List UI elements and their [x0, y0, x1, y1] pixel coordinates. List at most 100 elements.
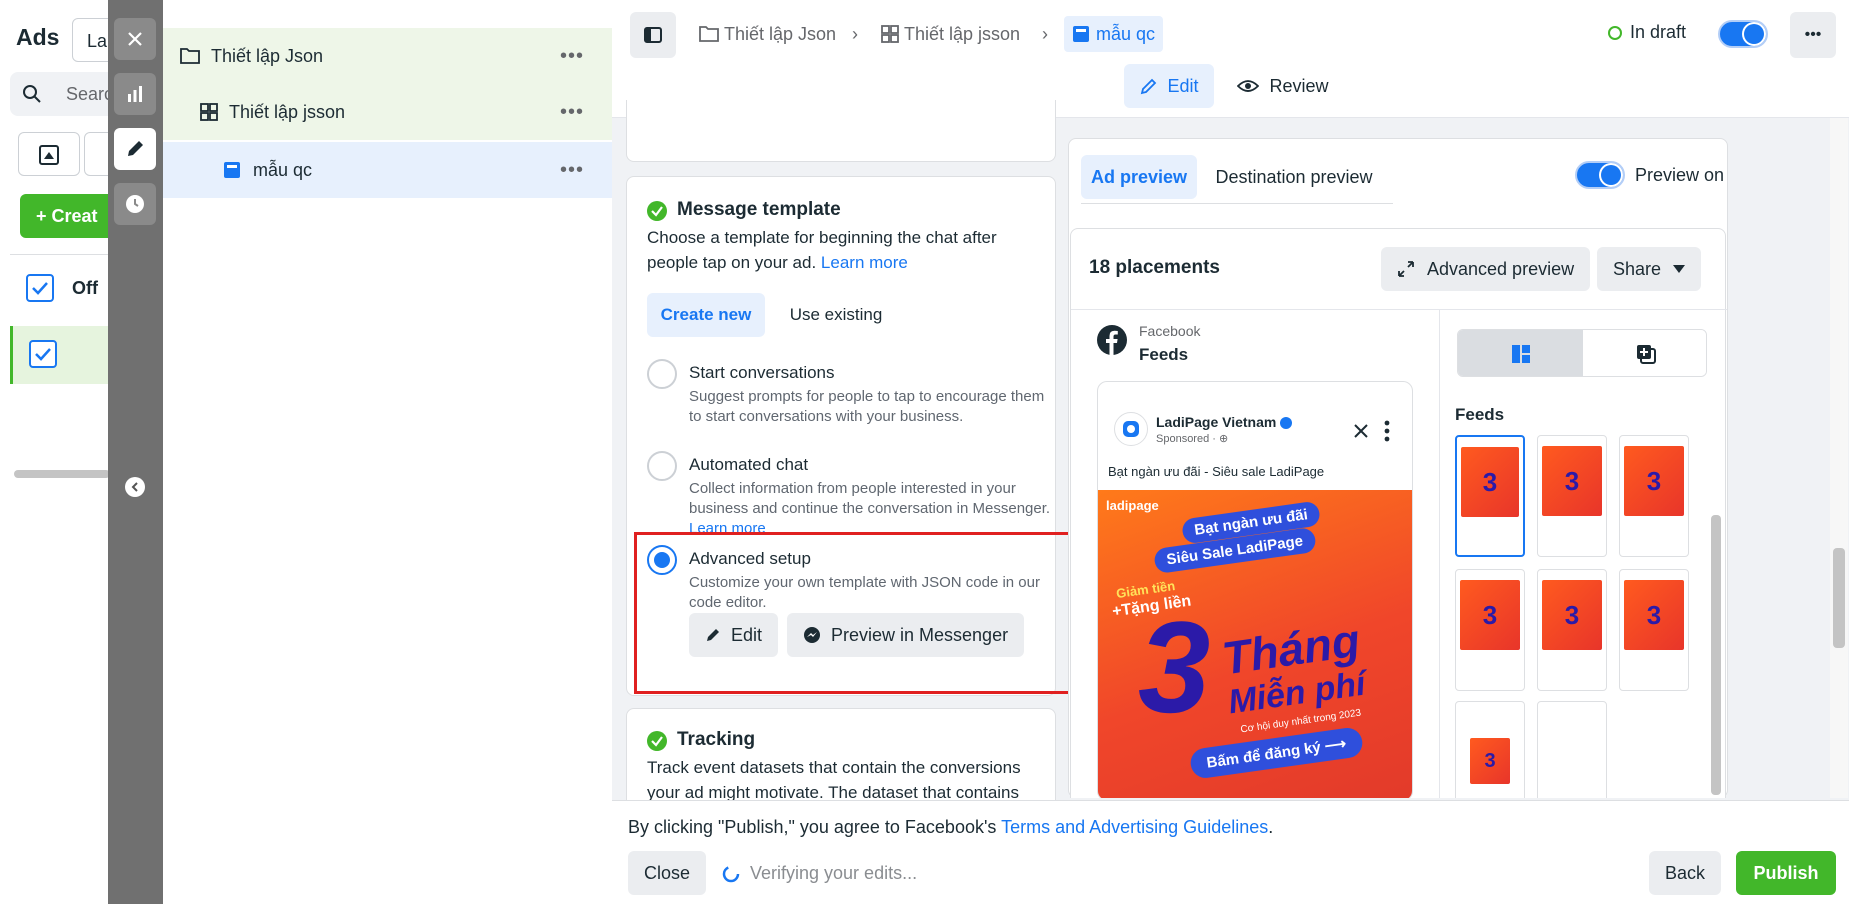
- learn-more-link[interactable]: Learn more: [821, 253, 908, 272]
- tab-divider: [1081, 203, 1393, 204]
- radio-start-conversations[interactable]: [647, 359, 677, 389]
- preview-on-label: Preview on: [1635, 165, 1725, 185]
- publish-footer: By clicking "Publish," you agree to Face…: [612, 800, 1849, 904]
- status-dot-icon: [1608, 25, 1622, 40]
- reporting-button[interactable]: [114, 73, 156, 115]
- close-button[interactable]: Close: [628, 851, 707, 895]
- tab-use-existing[interactable]: Use existing: [777, 293, 895, 337]
- publish-button[interactable]: Publish: [1736, 851, 1836, 895]
- ad-icon: [224, 162, 240, 178]
- collapse-panel-button[interactable]: [125, 477, 145, 497]
- edit-mode-button[interactable]: [114, 128, 156, 170]
- page-scrollbar-thumb[interactable]: [1833, 548, 1845, 648]
- previous-section-card: [626, 100, 1056, 162]
- feed-post-preview: LadiPage Vietnam Sponsored · ⊕ Bạt ngàn …: [1097, 381, 1413, 798]
- placement-thumbnail[interactable]: 3: [1619, 569, 1689, 691]
- tree-item-adset[interactable]: Thiết lập jsson •••: [163, 84, 612, 140]
- view-switcher: [1457, 329, 1707, 377]
- feeds-heading: Feeds: [1455, 405, 1505, 424]
- placement-thumbnail[interactable]: 3: [1619, 435, 1689, 557]
- editor-side-rail: [108, 0, 163, 904]
- spinner-icon: [722, 865, 740, 882]
- search-placeholder: Searc: [66, 84, 114, 104]
- more-vertical-icon: [1384, 420, 1390, 442]
- more-options-icon[interactable]: •••: [560, 45, 584, 68]
- placement-thumbnail[interactable]: 3: [1455, 569, 1525, 691]
- option-description: Suggest prompts for people to tap to enc…: [689, 388, 1045, 425]
- breadcrumb-label: Thiết lập Json: [724, 23, 837, 44]
- placements-count: 18 placements: [1089, 257, 1220, 278]
- placement-label: Feeds: [1139, 345, 1189, 364]
- preview-toggle[interactable]: [1575, 161, 1625, 189]
- edit-tab[interactable]: Edit: [1124, 64, 1214, 108]
- ad-active-toggle[interactable]: [1718, 20, 1768, 48]
- tree-item-label: Thiết lập Json: [211, 45, 324, 66]
- divider: [1071, 309, 1727, 310]
- placement-thumbnail[interactable]: 3: [1455, 435, 1525, 557]
- placement-thumbnail[interactable]: 3: [1537, 435, 1607, 557]
- creative-big-number: 3: [1138, 594, 1211, 740]
- draft-status: In draft: [1608, 22, 1686, 43]
- horizontal-scrollbar[interactable]: [14, 470, 110, 478]
- status-label: In draft: [1630, 22, 1687, 42]
- list-view-button[interactable]: [1458, 330, 1583, 376]
- advanced-preview-button[interactable]: Advanced preview: [1381, 247, 1591, 291]
- chevron-left-icon: [131, 482, 138, 492]
- check-circle-icon: [647, 201, 667, 221]
- pencil-icon: [1141, 78, 1157, 95]
- section-description: Choose a template for beginning the chat…: [647, 228, 997, 272]
- column-header: Off: [72, 278, 98, 298]
- ads-title: Ads: [16, 24, 60, 50]
- page-scrollbar-track: [1830, 118, 1848, 798]
- selected-ad-row[interactable]: [10, 326, 110, 384]
- check-icon: [35, 348, 51, 361]
- campaign-tree: Thiết lập Json ••• Thiết lập jsson ••• m…: [163, 0, 612, 904]
- divider: [1439, 309, 1440, 798]
- tracking-card: Tracking Track event datasets that conta…: [626, 708, 1056, 808]
- platform-label: Facebook: [1139, 323, 1201, 339]
- history-button[interactable]: [114, 183, 156, 225]
- chevron-right-icon: ›: [1042, 23, 1048, 44]
- breadcrumb-ad[interactable]: mẫu qc: [1064, 16, 1164, 52]
- expand-icon: [1398, 261, 1414, 277]
- more-options-icon[interactable]: •••: [560, 101, 584, 124]
- close-icon: [1354, 424, 1368, 438]
- clock-icon: [126, 195, 144, 213]
- placement-thumbnail[interactable]: [1537, 701, 1607, 798]
- option-title: Automated chat: [689, 455, 809, 474]
- breadcrumb-adset[interactable]: Thiết lập jsson: [880, 16, 1020, 52]
- review-tab[interactable]: Review: [1228, 64, 1338, 108]
- more-options-button[interactable]: •••: [1790, 12, 1836, 58]
- close-icon: [128, 32, 142, 46]
- row-checkbox[interactable]: [29, 340, 57, 368]
- option-description: Collect information from people interest…: [689, 480, 1051, 537]
- more-options-icon[interactable]: •••: [560, 159, 584, 182]
- grid-icon: [881, 25, 899, 43]
- placement-thumbnail[interactable]: 3: [1455, 701, 1525, 798]
- breadcrumb-campaign[interactable]: Thiết lập Json: [698, 16, 836, 52]
- grid-icon: [200, 103, 218, 121]
- campaigns-tab[interactable]: [18, 132, 80, 176]
- back-button[interactable]: Back: [1649, 851, 1722, 895]
- thumbnail-scrollbar[interactable]: [1711, 515, 1721, 795]
- tab-create-new[interactable]: Create new: [647, 293, 765, 337]
- check-icon: [32, 282, 48, 295]
- select-all-checkbox[interactable]: [26, 274, 54, 302]
- tab-ad-preview[interactable]: Ad preview: [1081, 155, 1197, 199]
- close-editor-button[interactable]: [114, 18, 156, 60]
- tab-destination-preview[interactable]: Destination preview: [1209, 155, 1379, 199]
- toggle-sidebar-button[interactable]: [630, 12, 676, 58]
- folder-image-icon: [39, 145, 59, 165]
- option-title: Start conversations: [689, 363, 835, 382]
- tree-item-ad[interactable]: mẫu qc •••: [163, 142, 612, 198]
- page-name: LadiPage Vietnam: [1156, 414, 1293, 430]
- radio-automated-chat[interactable]: [647, 451, 677, 481]
- grid-view-button[interactable]: [1583, 330, 1706, 376]
- share-button[interactable]: Share: [1597, 247, 1702, 291]
- ladipage-logo-icon: [1123, 421, 1139, 437]
- terms-link[interactable]: Terms and Advertising Guidelines: [1001, 817, 1268, 837]
- verifying-status: Verifying your edits...: [722, 863, 917, 884]
- placement-thumbnail[interactable]: 3: [1537, 569, 1607, 691]
- folder-icon: [699, 26, 719, 42]
- tree-item-campaign[interactable]: Thiết lập Json •••: [163, 28, 612, 84]
